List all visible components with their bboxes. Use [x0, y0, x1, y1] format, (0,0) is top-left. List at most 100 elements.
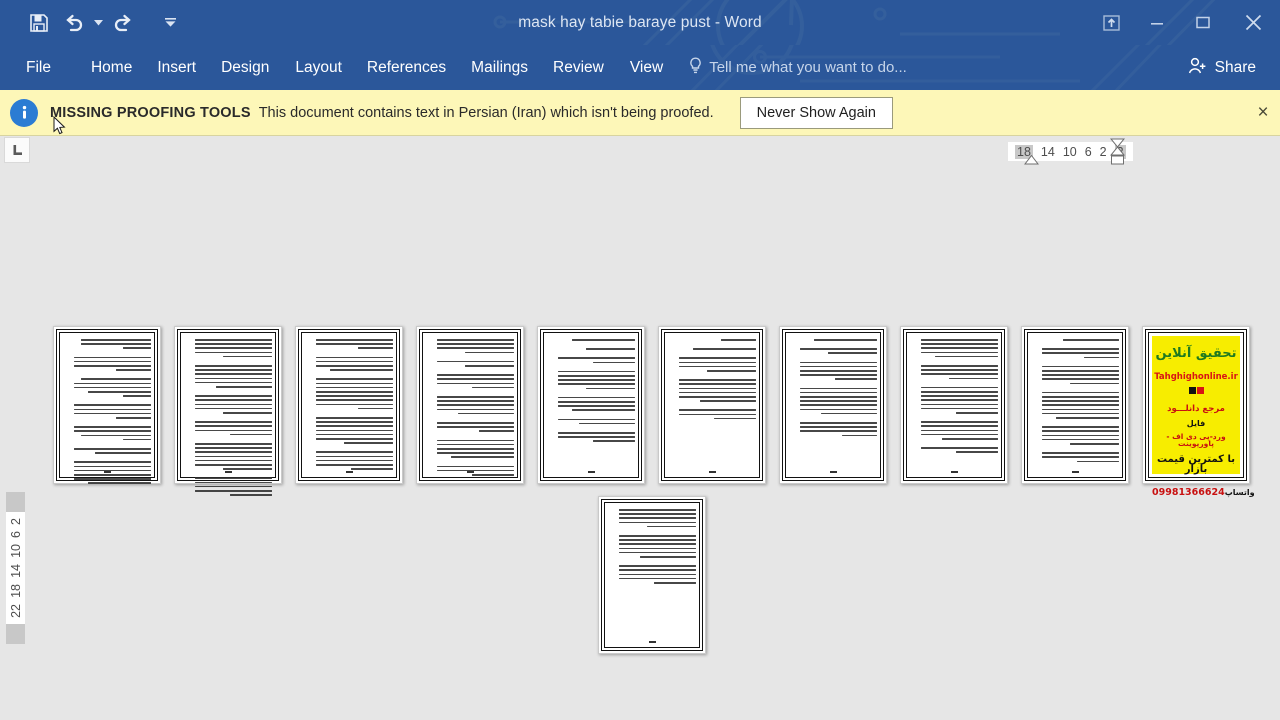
text-line: [557, 405, 635, 407]
share-person-icon: [1188, 57, 1207, 79]
text-line: [194, 403, 272, 406]
tab-view[interactable]: View: [630, 45, 663, 90]
redo-button[interactable]: [106, 8, 140, 38]
minimize-button[interactable]: [1134, 7, 1180, 39]
window-controls[interactable]: [1088, 7, 1280, 39]
text-line: [87, 482, 151, 484]
document-canvas[interactable]: 2 6 10 14 18 22 تحقیق آنلاین Tahghighonli…: [0, 166, 1280, 710]
text-line: [478, 430, 514, 432]
share-button[interactable]: Share: [1174, 51, 1270, 85]
text-line: [678, 395, 756, 398]
text-line: [436, 422, 514, 424]
left-indent-marker[interactable]: [1024, 155, 1039, 165]
text-line: [557, 383, 635, 385]
tell-me-search[interactable]: Tell me what you want to do...: [689, 57, 907, 78]
info-icon: [10, 98, 38, 127]
tab-design[interactable]: Design: [221, 45, 269, 90]
paragraph-block: [1031, 452, 1119, 465]
text-line: [618, 547, 696, 550]
paragraph-block: [426, 339, 514, 356]
tab-review[interactable]: Review: [553, 45, 604, 90]
paragraph-block: [910, 339, 998, 360]
page-thumbnail[interactable]: [1021, 326, 1129, 484]
paragraph-block: [63, 461, 151, 486]
text-line: [194, 373, 272, 375]
text-line: [799, 361, 877, 364]
text-line: [799, 400, 877, 402]
ad-line-2: فایل: [1186, 418, 1206, 428]
ad-line-4: با کمترین قیمت بازار: [1157, 453, 1235, 475]
paragraph-block: [63, 356, 151, 374]
text-line: [315, 451, 393, 453]
text-line: [73, 465, 151, 468]
page-thumbnail[interactable]: [598, 496, 706, 654]
text-line: [73, 360, 151, 363]
text-line: [436, 404, 514, 406]
page-thumbnail[interactable]: [174, 326, 282, 496]
tab-file[interactable]: File: [26, 45, 51, 90]
page-thumbnail[interactable]: [779, 326, 887, 484]
text-line: [471, 386, 514, 389]
text-line: [73, 364, 151, 367]
page-thumbnail[interactable]: تحقیق آنلاین Tahghighonline.ir مرجع دانلــ…: [1142, 326, 1255, 497]
text-line: [73, 461, 151, 463]
text-line: [464, 364, 514, 367]
vruler-tick-10: 10: [8, 543, 23, 558]
text-line: [315, 395, 393, 397]
page-thumbnail[interactable]: [295, 326, 403, 484]
customize-qat-button[interactable]: [162, 8, 178, 38]
restore-button[interactable]: [1180, 7, 1226, 39]
page-thumbnail[interactable]: [416, 326, 524, 484]
paragraph-block: [184, 443, 272, 472]
quick-access-toolbar[interactable]: [0, 8, 178, 38]
text-line: [73, 448, 151, 450]
text-line: [194, 463, 272, 466]
text-line: [315, 378, 393, 380]
save-button[interactable]: [22, 8, 56, 38]
text-line: [436, 400, 514, 402]
text-line: [73, 412, 151, 415]
text-line: [436, 396, 514, 398]
right-indent-marker[interactable]: [1110, 138, 1125, 165]
text-line: [315, 455, 393, 458]
text-line: [115, 369, 151, 371]
ribbon-display-options-button[interactable]: [1088, 7, 1134, 39]
text-line: [194, 451, 272, 453]
paragraph-block: [910, 447, 998, 455]
text-line: [1069, 382, 1119, 385]
tab-insert[interactable]: Insert: [157, 45, 196, 90]
tell-me-label: Tell me what you want to do...: [709, 59, 907, 76]
never-show-again-button[interactable]: Never Show Again: [739, 96, 893, 129]
tab-mailings[interactable]: Mailings: [471, 45, 528, 90]
text-line: [436, 382, 514, 385]
tab-layout[interactable]: Layout: [295, 45, 342, 90]
text-line: [436, 426, 514, 428]
text-line: [678, 409, 756, 411]
close-icon[interactable]: ×: [1252, 102, 1274, 124]
tab-stop-selector[interactable]: [4, 137, 30, 163]
tab-references[interactable]: References: [367, 45, 446, 90]
text-line: [920, 429, 998, 432]
text-line: [315, 382, 393, 385]
undo-dropdown-icon[interactable]: [90, 8, 106, 38]
page-thumbnail[interactable]: [900, 326, 1008, 484]
page-number-mark: [175, 471, 281, 473]
page-thumbnail[interactable]: [537, 326, 645, 484]
text-line: [350, 468, 393, 470]
text-line: [1041, 400, 1119, 402]
text-line: [222, 468, 272, 470]
page-thumbnail[interactable]: [53, 326, 161, 484]
app-icon: [1196, 387, 1204, 394]
page-thumbnail[interactable]: [658, 326, 766, 484]
text-line: [122, 438, 151, 441]
undo-button[interactable]: [56, 8, 90, 38]
text-line: [678, 387, 756, 390]
text-line: [80, 378, 151, 380]
text-line: [115, 416, 151, 419]
vertical-ruler[interactable]: 2 6 10 14 18 22: [6, 492, 25, 644]
text-line: [678, 383, 756, 385]
tab-home[interactable]: Home: [91, 45, 132, 90]
close-button[interactable]: [1226, 7, 1280, 39]
ribbon-tabs[interactable]: File Home Insert Design Layout Reference…: [0, 45, 663, 90]
text-line: [315, 463, 393, 466]
